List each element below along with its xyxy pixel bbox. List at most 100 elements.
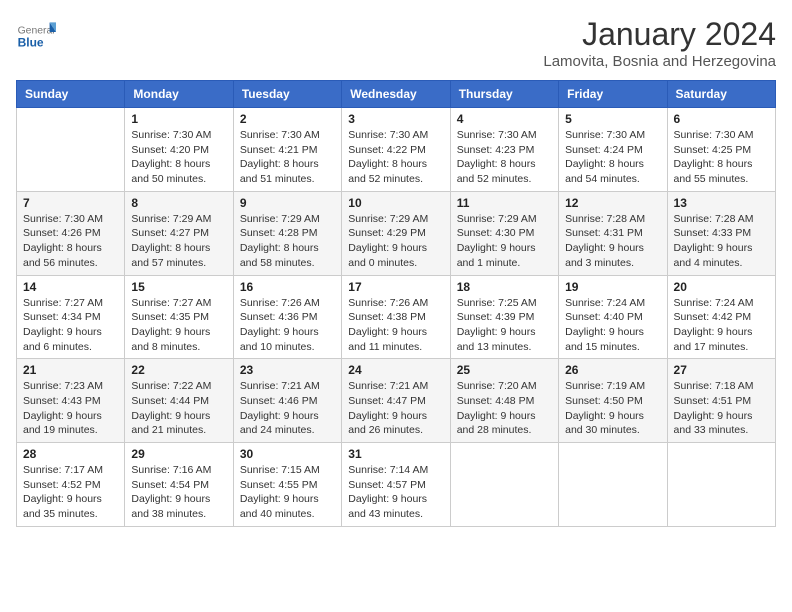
day-info: Sunrise: 7:24 AMSunset: 4:40 PMDaylight:… bbox=[565, 296, 660, 355]
calendar-week-row: 14 Sunrise: 7:27 AMSunset: 4:34 PMDaylig… bbox=[17, 275, 776, 359]
day-number: 4 bbox=[457, 112, 552, 126]
day-info: Sunrise: 7:22 AMSunset: 4:44 PMDaylight:… bbox=[131, 379, 226, 438]
calendar-cell: 13 Sunrise: 7:28 AMSunset: 4:33 PMDaylig… bbox=[667, 191, 775, 275]
col-friday: Friday bbox=[559, 81, 667, 108]
day-number: 20 bbox=[674, 280, 769, 294]
day-info: Sunrise: 7:17 AMSunset: 4:52 PMDaylight:… bbox=[23, 463, 118, 522]
calendar-cell: 28 Sunrise: 7:17 AMSunset: 4:52 PMDaylig… bbox=[17, 443, 125, 527]
calendar-cell: 31 Sunrise: 7:14 AMSunset: 4:57 PMDaylig… bbox=[342, 443, 450, 527]
calendar-table: Sunday Monday Tuesday Wednesday Thursday… bbox=[16, 80, 776, 527]
day-info: Sunrise: 7:30 AMSunset: 4:25 PMDaylight:… bbox=[674, 128, 769, 187]
day-number: 26 bbox=[565, 363, 660, 377]
col-thursday: Thursday bbox=[450, 81, 558, 108]
day-info: Sunrise: 7:30 AMSunset: 4:22 PMDaylight:… bbox=[348, 128, 443, 187]
calendar-cell: 25 Sunrise: 7:20 AMSunset: 4:48 PMDaylig… bbox=[450, 359, 558, 443]
svg-text:Blue: Blue bbox=[18, 35, 44, 49]
calendar-cell: 18 Sunrise: 7:25 AMSunset: 4:39 PMDaylig… bbox=[450, 275, 558, 359]
calendar-cell: 27 Sunrise: 7:18 AMSunset: 4:51 PMDaylig… bbox=[667, 359, 775, 443]
day-info: Sunrise: 7:29 AMSunset: 4:30 PMDaylight:… bbox=[457, 212, 552, 271]
day-info: Sunrise: 7:27 AMSunset: 4:34 PMDaylight:… bbox=[23, 296, 118, 355]
calendar-cell: 21 Sunrise: 7:23 AMSunset: 4:43 PMDaylig… bbox=[17, 359, 125, 443]
day-number: 13 bbox=[674, 196, 769, 210]
calendar-cell bbox=[450, 443, 558, 527]
day-info: Sunrise: 7:24 AMSunset: 4:42 PMDaylight:… bbox=[674, 296, 769, 355]
col-monday: Monday bbox=[125, 81, 233, 108]
calendar-cell: 4 Sunrise: 7:30 AMSunset: 4:23 PMDayligh… bbox=[450, 108, 558, 192]
page-header: General Blue January 2024 Lamovita, Bosn… bbox=[16, 16, 776, 70]
day-info: Sunrise: 7:30 AMSunset: 4:21 PMDaylight:… bbox=[240, 128, 335, 187]
calendar-week-row: 1 Sunrise: 7:30 AMSunset: 4:20 PMDayligh… bbox=[17, 108, 776, 192]
day-info: Sunrise: 7:21 AMSunset: 4:46 PMDaylight:… bbox=[240, 379, 335, 438]
day-number: 15 bbox=[131, 280, 226, 294]
calendar-cell: 26 Sunrise: 7:19 AMSunset: 4:50 PMDaylig… bbox=[559, 359, 667, 443]
day-number: 16 bbox=[240, 280, 335, 294]
calendar-cell: 9 Sunrise: 7:29 AMSunset: 4:28 PMDayligh… bbox=[233, 191, 341, 275]
day-info: Sunrise: 7:30 AMSunset: 4:26 PMDaylight:… bbox=[23, 212, 118, 271]
day-info: Sunrise: 7:19 AMSunset: 4:50 PMDaylight:… bbox=[565, 379, 660, 438]
day-info: Sunrise: 7:29 AMSunset: 4:28 PMDaylight:… bbox=[240, 212, 335, 271]
calendar-cell: 10 Sunrise: 7:29 AMSunset: 4:29 PMDaylig… bbox=[342, 191, 450, 275]
day-info: Sunrise: 7:30 AMSunset: 4:23 PMDaylight:… bbox=[457, 128, 552, 187]
day-number: 6 bbox=[674, 112, 769, 126]
day-number: 2 bbox=[240, 112, 335, 126]
calendar-week-row: 28 Sunrise: 7:17 AMSunset: 4:52 PMDaylig… bbox=[17, 443, 776, 527]
col-saturday: Saturday bbox=[667, 81, 775, 108]
day-number: 18 bbox=[457, 280, 552, 294]
day-info: Sunrise: 7:28 AMSunset: 4:33 PMDaylight:… bbox=[674, 212, 769, 271]
day-number: 25 bbox=[457, 363, 552, 377]
calendar-cell: 20 Sunrise: 7:24 AMSunset: 4:42 PMDaylig… bbox=[667, 275, 775, 359]
day-info: Sunrise: 7:21 AMSunset: 4:47 PMDaylight:… bbox=[348, 379, 443, 438]
calendar-cell: 3 Sunrise: 7:30 AMSunset: 4:22 PMDayligh… bbox=[342, 108, 450, 192]
calendar-cell: 1 Sunrise: 7:30 AMSunset: 4:20 PMDayligh… bbox=[125, 108, 233, 192]
month-title: January 2024 bbox=[543, 16, 776, 53]
day-number: 22 bbox=[131, 363, 226, 377]
day-info: Sunrise: 7:29 AMSunset: 4:29 PMDaylight:… bbox=[348, 212, 443, 271]
day-number: 24 bbox=[348, 363, 443, 377]
calendar-cell: 30 Sunrise: 7:15 AMSunset: 4:55 PMDaylig… bbox=[233, 443, 341, 527]
day-info: Sunrise: 7:28 AMSunset: 4:31 PMDaylight:… bbox=[565, 212, 660, 271]
day-info: Sunrise: 7:15 AMSunset: 4:55 PMDaylight:… bbox=[240, 463, 335, 522]
day-number: 21 bbox=[23, 363, 118, 377]
day-number: 31 bbox=[348, 447, 443, 461]
col-tuesday: Tuesday bbox=[233, 81, 341, 108]
day-number: 27 bbox=[674, 363, 769, 377]
day-number: 29 bbox=[131, 447, 226, 461]
title-block: January 2024 Lamovita, Bosnia and Herzeg… bbox=[543, 16, 776, 70]
day-number: 17 bbox=[348, 280, 443, 294]
calendar-cell: 22 Sunrise: 7:22 AMSunset: 4:44 PMDaylig… bbox=[125, 359, 233, 443]
location: Lamovita, Bosnia and Herzegovina bbox=[543, 53, 776, 70]
day-info: Sunrise: 7:20 AMSunset: 4:48 PMDaylight:… bbox=[457, 379, 552, 438]
calendar-cell: 16 Sunrise: 7:26 AMSunset: 4:36 PMDaylig… bbox=[233, 275, 341, 359]
calendar-cell: 17 Sunrise: 7:26 AMSunset: 4:38 PMDaylig… bbox=[342, 275, 450, 359]
calendar-cell: 2 Sunrise: 7:30 AMSunset: 4:21 PMDayligh… bbox=[233, 108, 341, 192]
calendar-cell bbox=[17, 108, 125, 192]
day-info: Sunrise: 7:26 AMSunset: 4:36 PMDaylight:… bbox=[240, 296, 335, 355]
calendar-cell: 19 Sunrise: 7:24 AMSunset: 4:40 PMDaylig… bbox=[559, 275, 667, 359]
calendar-cell: 24 Sunrise: 7:21 AMSunset: 4:47 PMDaylig… bbox=[342, 359, 450, 443]
day-number: 1 bbox=[131, 112, 226, 126]
day-info: Sunrise: 7:29 AMSunset: 4:27 PMDaylight:… bbox=[131, 212, 226, 271]
calendar-cell: 5 Sunrise: 7:30 AMSunset: 4:24 PMDayligh… bbox=[559, 108, 667, 192]
calendar-cell: 14 Sunrise: 7:27 AMSunset: 4:34 PMDaylig… bbox=[17, 275, 125, 359]
calendar-week-row: 7 Sunrise: 7:30 AMSunset: 4:26 PMDayligh… bbox=[17, 191, 776, 275]
day-number: 12 bbox=[565, 196, 660, 210]
logo-icon: General Blue bbox=[16, 16, 56, 56]
logo: General Blue bbox=[16, 16, 60, 56]
day-info: Sunrise: 7:26 AMSunset: 4:38 PMDaylight:… bbox=[348, 296, 443, 355]
calendar-cell: 29 Sunrise: 7:16 AMSunset: 4:54 PMDaylig… bbox=[125, 443, 233, 527]
calendar-cell bbox=[559, 443, 667, 527]
day-number: 3 bbox=[348, 112, 443, 126]
day-number: 10 bbox=[348, 196, 443, 210]
day-info: Sunrise: 7:27 AMSunset: 4:35 PMDaylight:… bbox=[131, 296, 226, 355]
col-sunday: Sunday bbox=[17, 81, 125, 108]
day-info: Sunrise: 7:14 AMSunset: 4:57 PMDaylight:… bbox=[348, 463, 443, 522]
calendar-cell: 15 Sunrise: 7:27 AMSunset: 4:35 PMDaylig… bbox=[125, 275, 233, 359]
day-number: 11 bbox=[457, 196, 552, 210]
day-info: Sunrise: 7:30 AMSunset: 4:24 PMDaylight:… bbox=[565, 128, 660, 187]
day-number: 28 bbox=[23, 447, 118, 461]
day-number: 5 bbox=[565, 112, 660, 126]
day-number: 8 bbox=[131, 196, 226, 210]
calendar-cell: 12 Sunrise: 7:28 AMSunset: 4:31 PMDaylig… bbox=[559, 191, 667, 275]
day-number: 23 bbox=[240, 363, 335, 377]
calendar-cell bbox=[667, 443, 775, 527]
